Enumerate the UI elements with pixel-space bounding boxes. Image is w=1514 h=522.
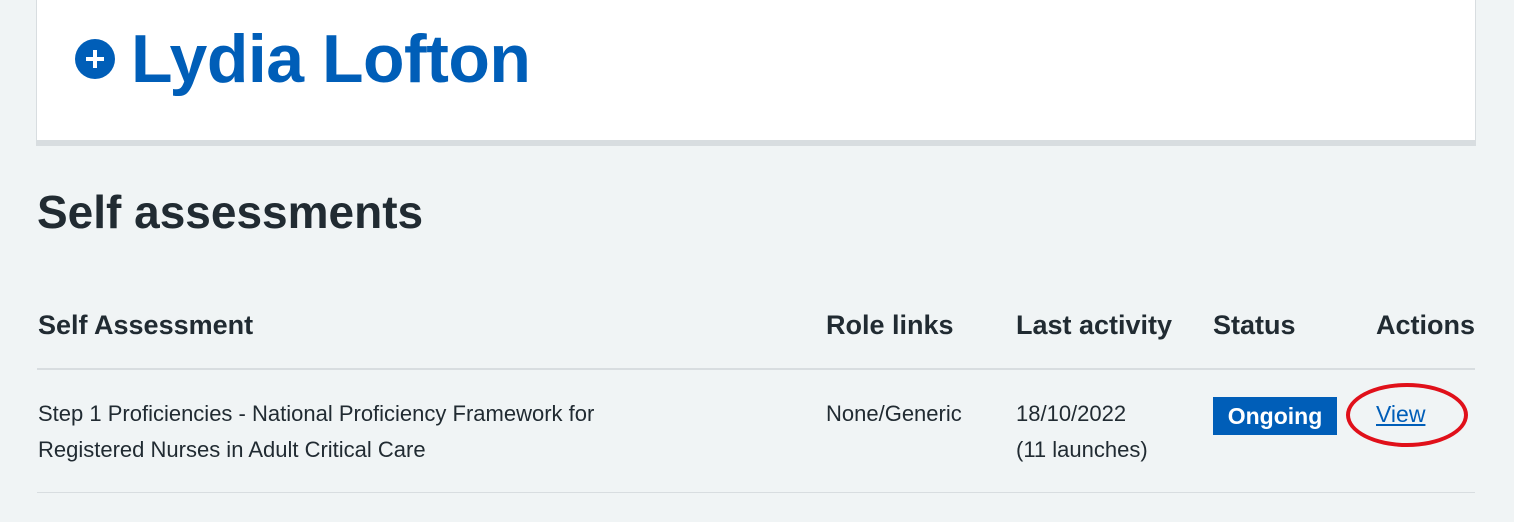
- column-header-last-activity: Last activity: [1016, 310, 1173, 340]
- column-header-actions: Actions: [1376, 310, 1476, 340]
- column-header-status: Status: [1213, 310, 1296, 340]
- view-link[interactable]: View: [1376, 396, 1425, 432]
- last-activity-cell: 18/10/2022 (11 launches): [1016, 396, 1148, 468]
- role-links-cell: None/Generic: [826, 401, 962, 426]
- self-assessment-name-line1: Step 1 Proficiencies - National Proficie…: [38, 401, 595, 426]
- learner-card: Lydia Lofton: [36, 0, 1476, 146]
- last-activity-date: 18/10/2022: [1016, 401, 1127, 426]
- table-row: Step 1 Proficiencies - National Proficie…: [37, 370, 1475, 493]
- self-assessment-name-line2: Registered Nurses in Adult Critical Care: [38, 437, 426, 462]
- self-assessment-cell: Step 1 Proficiencies - National Proficie…: [38, 396, 594, 468]
- last-activity-launches: (11 launches): [1016, 437, 1148, 462]
- status-badge: Ongoing: [1213, 397, 1337, 435]
- learner-name[interactable]: Lydia Lofton: [131, 18, 531, 100]
- learner-header: Lydia Lofton: [75, 18, 531, 100]
- plus-circle-icon[interactable]: [75, 39, 115, 79]
- section-title: Self assessments: [37, 186, 424, 238]
- column-header-self-assessment: Self Assessment: [38, 310, 254, 340]
- table-header: Self Assessment Role links Last activity…: [37, 300, 1475, 370]
- column-header-role-links: Role links: [826, 310, 954, 340]
